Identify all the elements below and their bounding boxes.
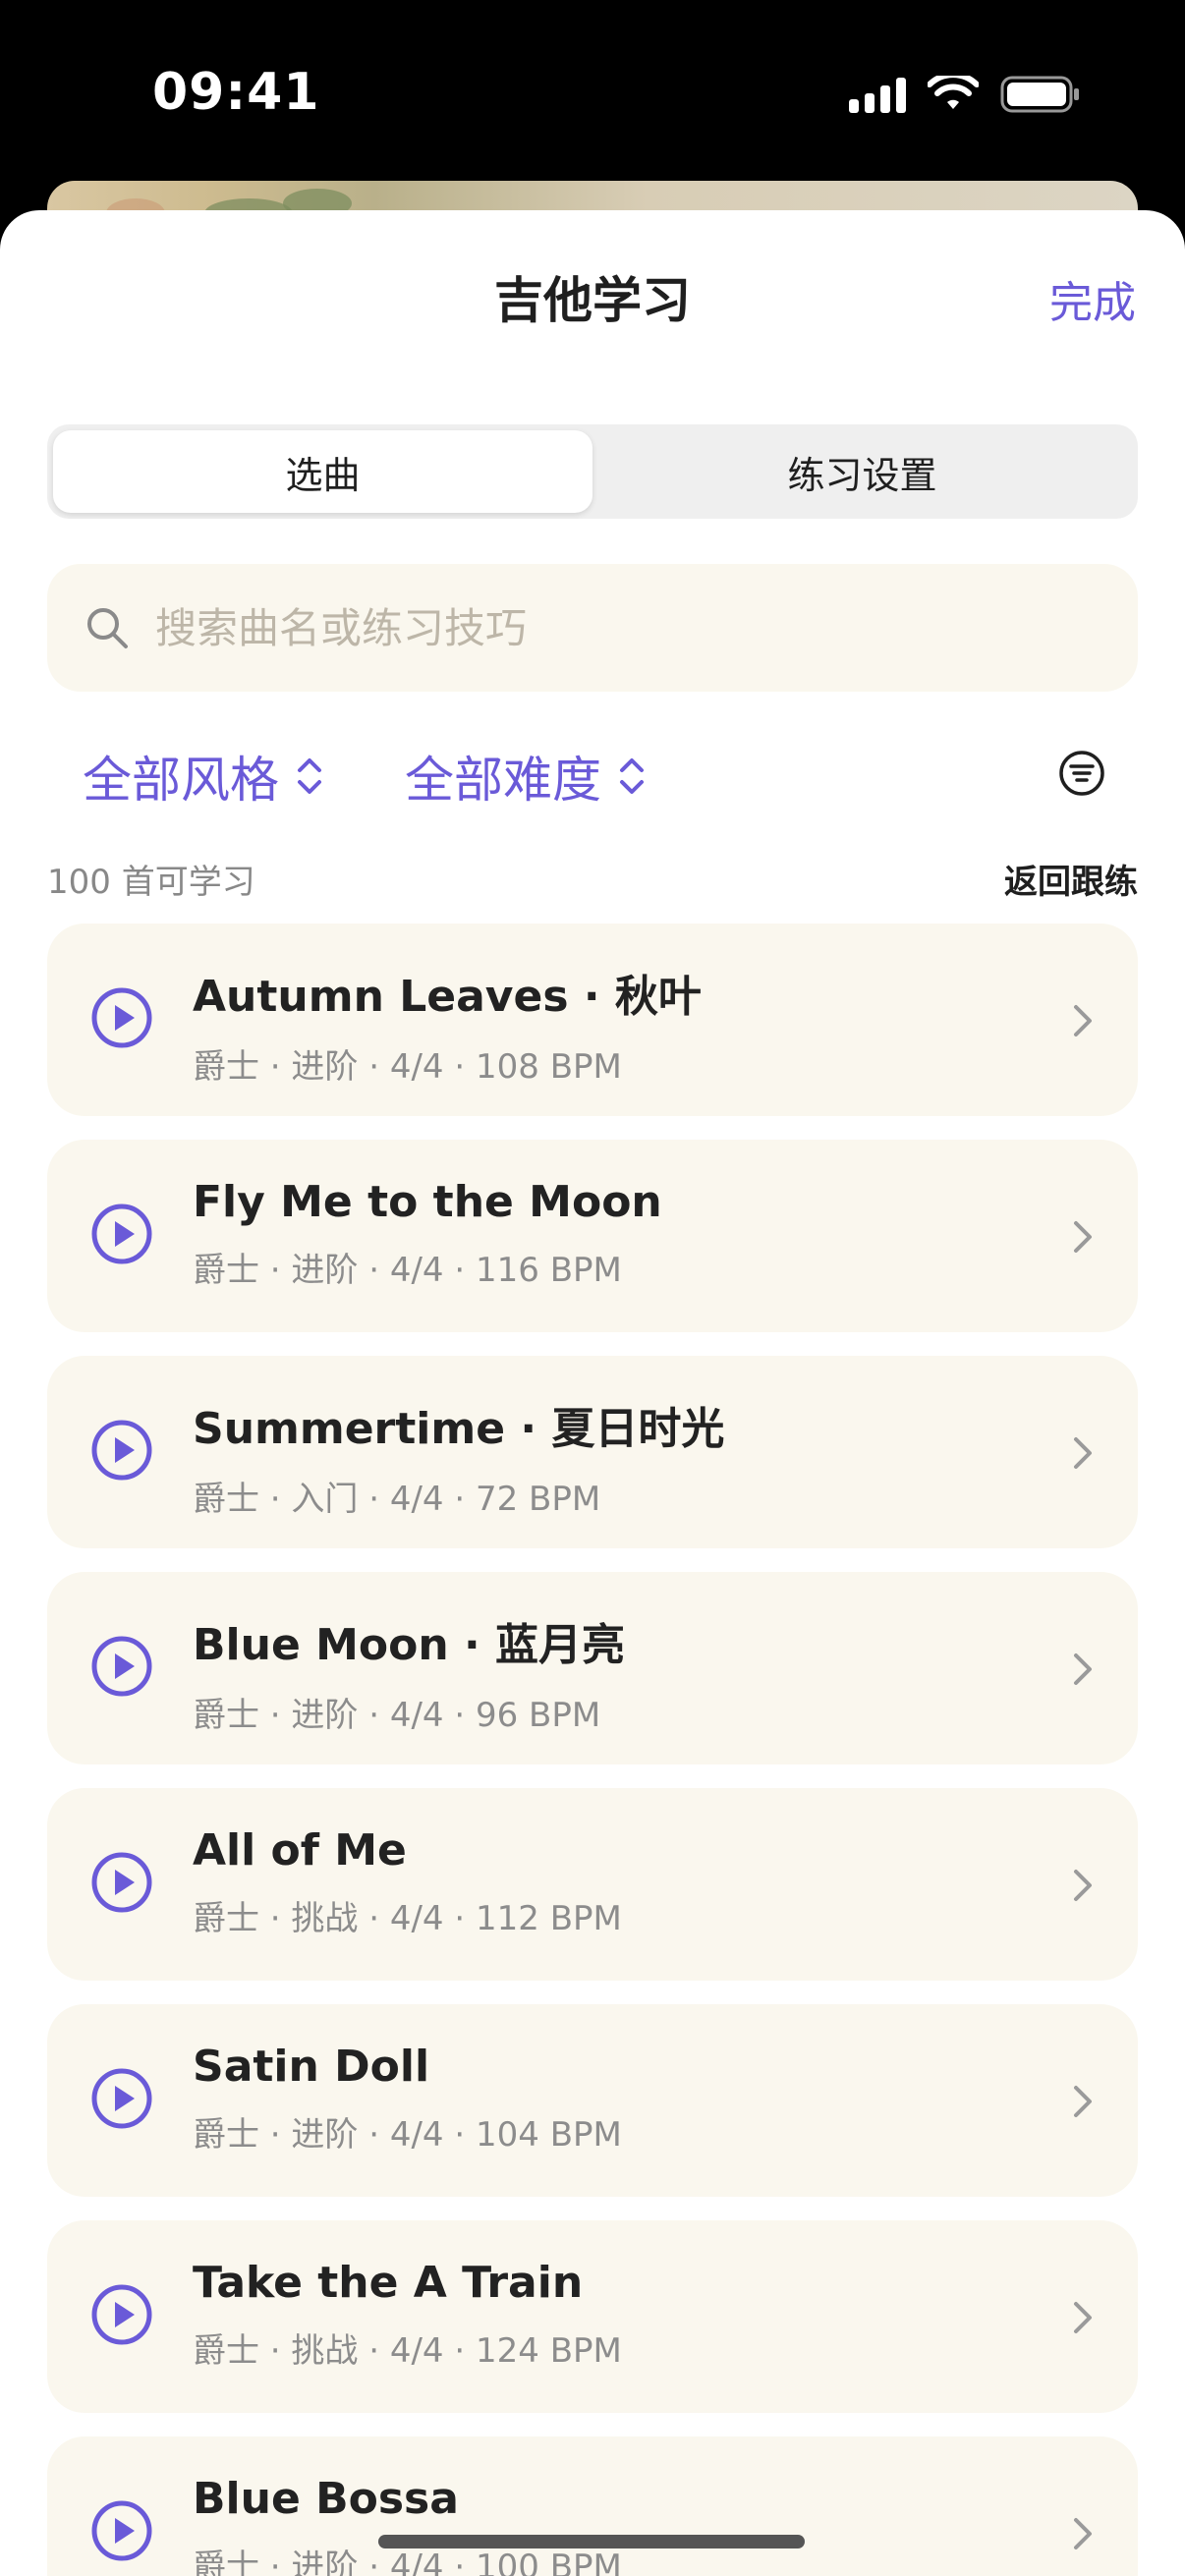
wifi-icon [928,76,979,109]
song-meta: 爵士 · 进阶 · 4/4 · 96 BPM [193,1696,601,1735]
song-info: All of Me 爵士 · 挑战 · 4/4 · 112 BPM [193,1825,622,1939]
chevron-updown-icon [620,758,644,794]
song-list-item[interactable]: Blue Moon · 蓝月亮爵士 · 进阶 · 4/4 · 96 BPM [47,1572,1138,1764]
chevron-updown-icon [298,758,321,794]
song-title: Autumn Leaves · 秋叶 [193,972,702,1022]
segmented-control: 选曲 练习设置 [47,424,1138,519]
song-info: Autumn Leaves · 秋叶爵士 · 进阶 · 4/4 · 108 BP… [193,961,702,1088]
song-list-item[interactable]: Summertime · 夏日时光爵士 · 入门 · 4/4 · 72 BPM [47,1356,1138,1548]
song-meta: 爵士 · 入门 · 4/4 · 72 BPM [193,1480,601,1519]
status-bar: 09:41 [0,0,1185,187]
chevron-right-icon [1071,1867,1095,1908]
song-info: Fly Me to the Moon 爵士 · 进阶 · 4/4 · 116 BP… [193,1177,662,1291]
home-indicator [378,2535,805,2548]
play-icon[interactable] [90,2283,153,2350]
done-button[interactable]: 完成 [1049,267,1136,330]
style-filter-dropdown[interactable]: 全部风格 [83,741,324,812]
song-info: Satin Doll 爵士 · 进阶 · 4/4 · 104 BPM [193,2042,622,2156]
song-count-text: 100 首可学习 [47,863,255,902]
song-info: Blue Moon · 蓝月亮爵士 · 进阶 · 4/4 · 96 BPM [193,1609,625,1736]
song-meta: 爵士 · 挑战 · 4/4 · 124 BPM [193,2331,622,2371]
battery-icon [1000,76,1079,113]
back-to-practice-link[interactable]: 返回跟练 [1004,855,1138,903]
song-info: Blue Bossa 爵士 · 进阶 · 4/4 · 100 BPM [193,2474,622,2576]
tab-song-select[interactable]: 选曲 [53,430,592,513]
search-bar [47,564,1138,692]
tab-practice-settings[interactable]: 练习设置 [592,430,1132,513]
search-icon [87,608,128,648]
song-title: Satin Doll [193,2042,430,2092]
song-info: Summertime · 夏日时光爵士 · 入门 · 4/4 · 72 BPM [193,1393,724,1520]
guitar-learning-sheet: 吉他学习 完成 选曲 练习设置 全部风格 全部难度 [0,210,1185,2576]
song-list: Autumn Leaves · 秋叶爵士 · 进阶 · 4/4 · 108 BP… [47,924,1138,2576]
song-meta: 爵士 · 进阶 · 4/4 · 104 BPM [193,2115,622,2155]
chevron-right-icon [1071,1002,1095,1043]
chevron-right-icon [1071,2515,1095,2556]
play-icon[interactable] [90,2067,153,2134]
play-icon[interactable] [90,986,153,1053]
song-meta: 爵士 · 挑战 · 4/4 · 112 BPM [193,1899,622,1938]
status-time: 09:41 [152,63,320,122]
chevron-right-icon [1071,1651,1095,1692]
song-title: Take the A Train [193,2258,584,2308]
song-list-item[interactable]: Autumn Leaves · 秋叶爵士 · 进阶 · 4/4 · 108 BP… [47,924,1138,1116]
song-info: Take the A Train 爵士 · 挑战 · 4/4 · 124 BPM [193,2258,622,2372]
song-title: All of Me [193,1825,407,1876]
play-icon[interactable] [90,1635,153,1702]
filter-row: 全部风格 全部难度 [83,741,727,812]
song-title: Summertime · 夏日时光 [193,1404,725,1454]
play-icon[interactable] [90,1203,153,1269]
song-title: Blue Bossa [193,2474,459,2524]
play-icon[interactable] [90,1419,153,1485]
list-header: 100 首可学习 返回跟练 [47,855,1138,903]
chevron-right-icon [1071,1434,1095,1476]
play-icon[interactable] [90,1851,153,1918]
style-filter-label: 全部风格 [83,752,279,809]
status-icons [849,75,1081,114]
song-list-item[interactable]: Fly Me to the Moon 爵士 · 进阶 · 4/4 · 116 BP… [47,1140,1138,1332]
song-list-item[interactable]: Satin Doll 爵士 · 进阶 · 4/4 · 104 BPM [47,2004,1138,2197]
song-meta: 爵士 · 进阶 · 4/4 · 108 BPM [193,1047,622,1087]
song-list-item[interactable]: Blue Bossa 爵士 · 进阶 · 4/4 · 100 BPM [47,2436,1138,2576]
sheet-title: 吉他学习 [494,272,691,329]
chevron-right-icon [1071,2299,1095,2340]
play-icon[interactable] [90,2499,153,2566]
difficulty-filter-dropdown[interactable]: 全部难度 [405,741,647,812]
song-list-item[interactable]: All of Me 爵士 · 挑战 · 4/4 · 112 BPM [47,1788,1138,1981]
cellular-signal-icon [849,76,906,113]
song-list-item[interactable]: Take the A Train 爵士 · 挑战 · 4/4 · 124 BPM [47,2220,1138,2413]
filter-icon[interactable] [1057,749,1106,798]
song-title: Blue Moon · 蓝月亮 [193,1620,626,1670]
chevron-right-icon [1071,2083,1095,2124]
difficulty-filter-label: 全部难度 [405,752,601,809]
song-title: Fly Me to the Moon [193,1177,662,1227]
search-input[interactable] [155,603,1040,652]
song-meta: 爵士 · 进阶 · 4/4 · 116 BPM [193,1251,622,1290]
chevron-right-icon [1071,1218,1095,1260]
